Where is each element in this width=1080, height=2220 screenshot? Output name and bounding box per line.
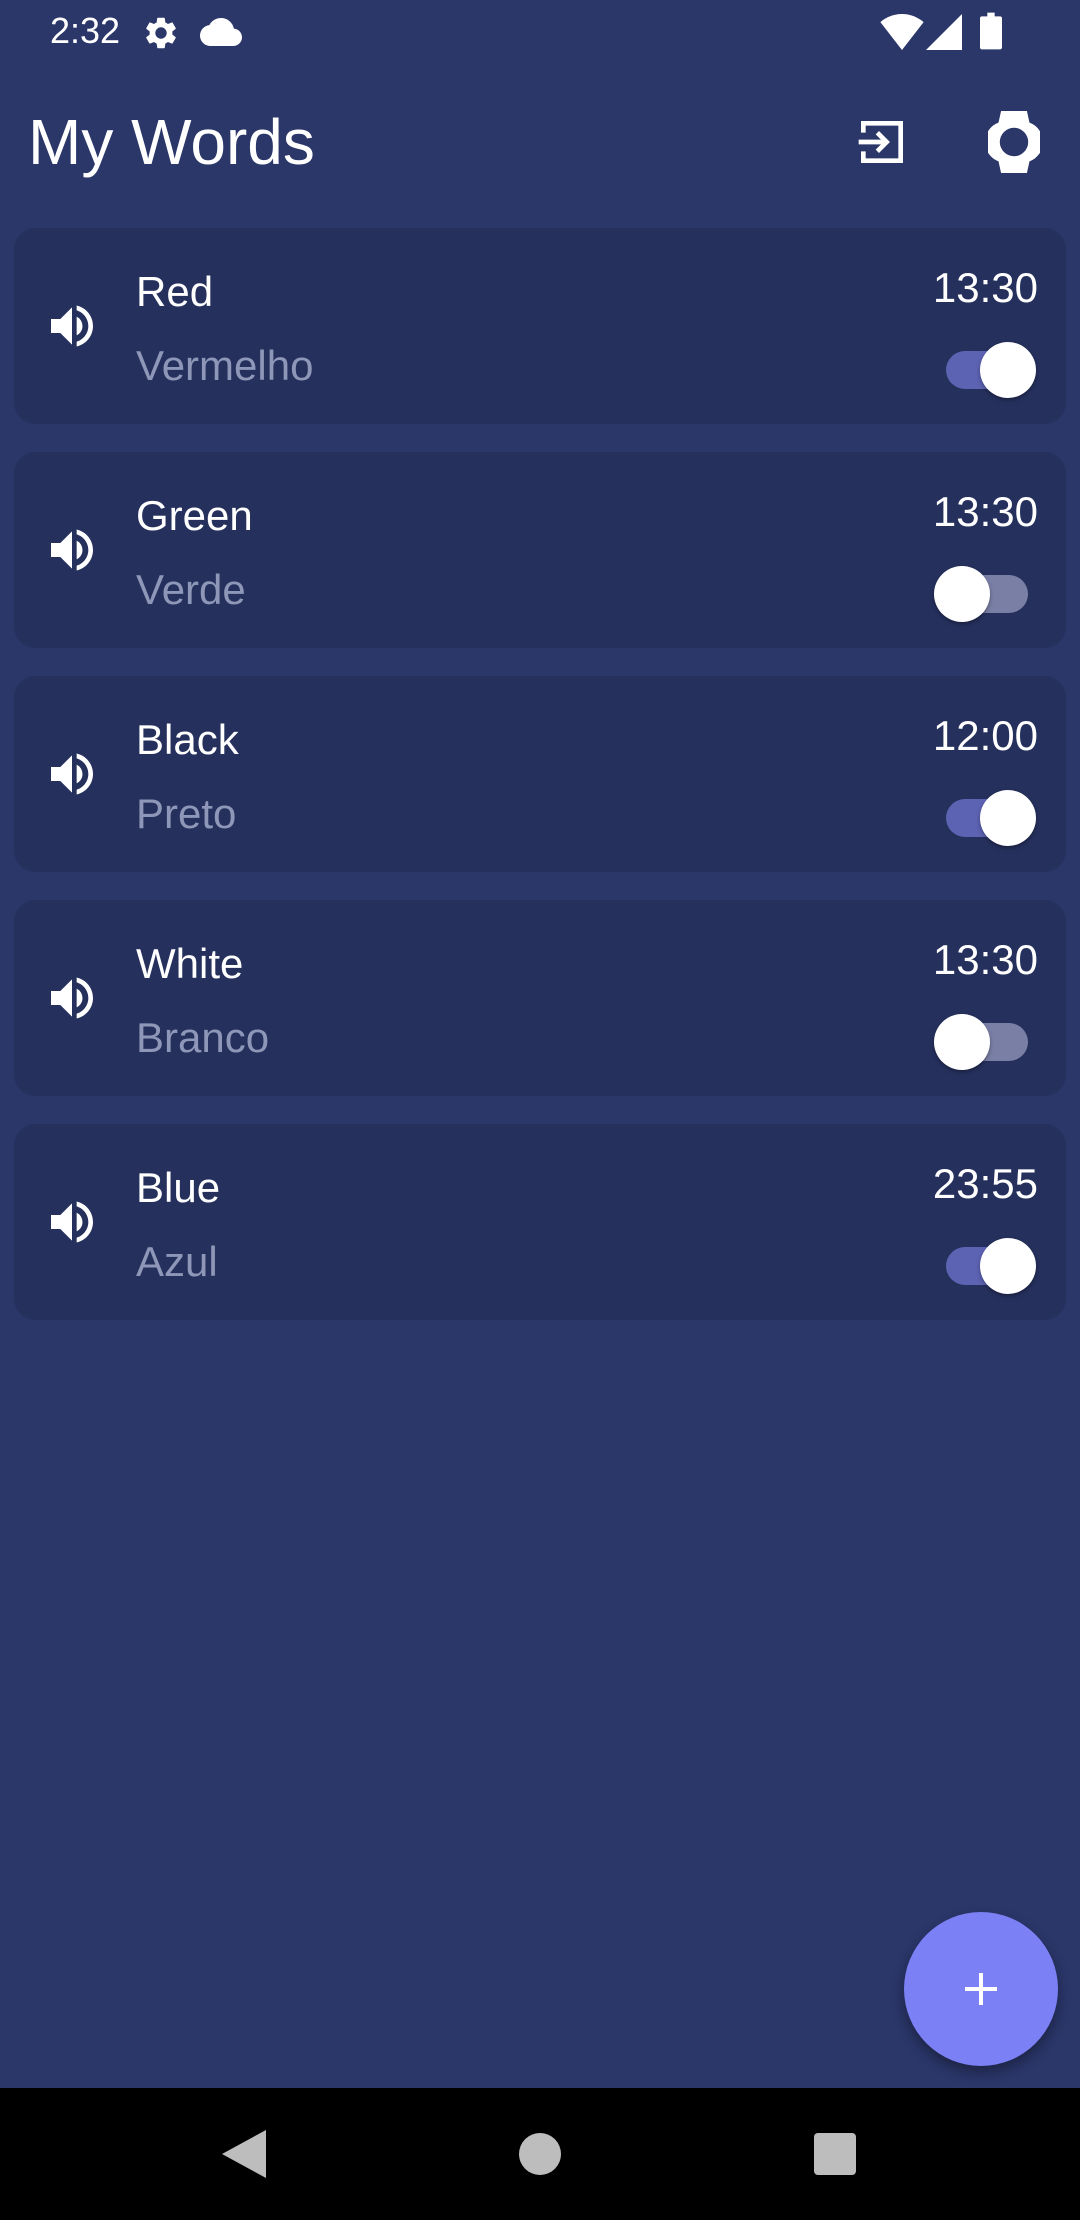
home-icon[interactable] [519,2133,561,2175]
translation-label: Vermelho [136,342,314,389]
reminder-toggle[interactable] [934,1238,1036,1294]
reminder-time[interactable]: 13:30 [933,262,1038,314]
plus-icon [965,1973,997,2005]
export-button[interactable] [840,100,924,184]
word-card-red[interactable]: Red Vermelho 13:30 [14,228,1066,424]
translation-label: Branco [136,1014,270,1061]
speaker-icon[interactable] [44,970,100,1026]
status-bar: 2:32 [0,0,1080,64]
reminder-time[interactable]: 13:30 [933,934,1038,986]
word-card-blue[interactable]: Blue Azul 23:55 [14,1124,1066,1320]
word-card-green[interactable]: Green Verde 13:30 [14,452,1066,648]
recents-icon[interactable] [814,2133,856,2175]
reminder-time[interactable]: 23:55 [933,1158,1038,1210]
toggle-thumb [934,566,990,622]
word-label: Black [136,716,239,763]
gear-icon [146,17,176,49]
status-time: 2:32 [50,10,121,51]
battery-icon [980,12,1002,50]
translation-label: Preto [136,790,237,837]
word-label: Green [136,492,253,539]
speaker-icon[interactable] [44,746,100,802]
translation-label: Verde [136,566,246,613]
watch-icon [988,111,1040,173]
wifi-icon [880,14,924,50]
word-label: Red [136,268,214,315]
reminder-toggle[interactable] [934,342,1036,398]
export-icon [858,121,903,163]
toggle-thumb [980,342,1036,398]
word-label: Blue [136,1164,221,1211]
speaker-icon[interactable] [44,1194,100,1250]
system-nav-bar [0,2088,1080,2220]
word-card-black[interactable]: Black Preto 12:00 [14,676,1066,872]
reminder-toggle[interactable] [934,1014,1034,1070]
reminder-time[interactable]: 13:30 [933,486,1038,538]
word-list: Red Vermelho 13:30 Green Verde 13:30 Bla… [14,228,1066,1348]
page-title: My Words [28,106,315,178]
toggle-thumb [980,790,1036,846]
translation-label: Azul [136,1238,218,1285]
back-icon[interactable] [222,2130,266,2178]
word-label: White [136,940,244,987]
reminder-toggle[interactable] [934,790,1036,846]
reminder-time[interactable]: 12:00 [933,710,1038,762]
reminder-toggle[interactable] [934,566,1034,622]
toggle-thumb [980,1238,1036,1294]
speaker-icon[interactable] [44,522,100,578]
cloud-icon [200,18,242,46]
watch-button[interactable] [972,100,1056,184]
toggle-thumb [934,1014,990,1070]
speaker-icon[interactable] [44,298,100,354]
word-card-white[interactable]: White Branco 13:30 [14,900,1066,1096]
add-word-button[interactable] [904,1912,1058,2066]
signal-icon [926,14,962,50]
